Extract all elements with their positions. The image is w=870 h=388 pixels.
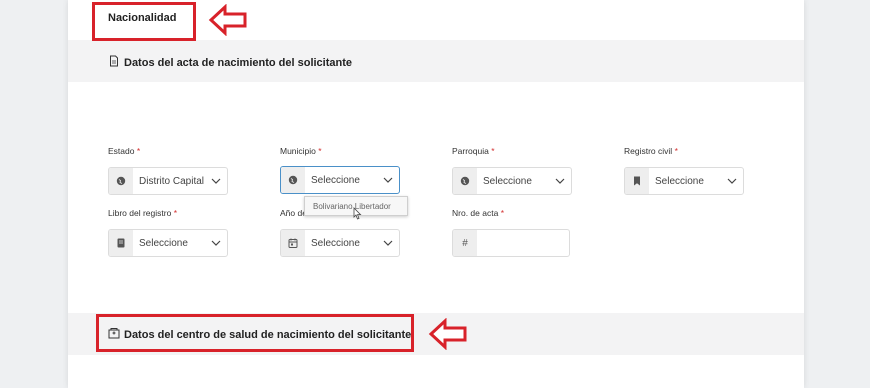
hash-icon: #	[453, 230, 477, 256]
chevron-down-icon	[721, 168, 743, 194]
chevron-down-icon	[377, 230, 399, 256]
globe-icon	[453, 168, 477, 194]
estado-select[interactable]: Distrito Capital	[108, 167, 228, 195]
section-header-acta: Datos del acta de nacimiento del solicit…	[68, 40, 804, 82]
document-icon	[108, 55, 120, 70]
nro-acta-input[interactable]: #	[452, 229, 570, 257]
highlight-box-centro-salud	[96, 314, 414, 352]
estado-label: Estado *	[108, 146, 141, 156]
chevron-down-icon	[549, 168, 571, 194]
highlight-box-nacionalidad	[92, 2, 196, 41]
parroquia-label: Parroquia *	[452, 146, 495, 156]
book-icon	[109, 230, 133, 256]
anio-select[interactable]: Seleccione	[280, 229, 400, 257]
arrow-left-icon	[208, 4, 247, 36]
mouse-cursor-icon	[352, 207, 362, 226]
chevron-down-icon	[377, 167, 399, 193]
libro-label: Libro del registro *	[108, 208, 177, 218]
registro-civil-select[interactable]: Seleccione	[624, 167, 744, 195]
nro-acta-label: Nro. de acta *	[452, 208, 504, 218]
registro-civil-label: Registro civil *	[624, 146, 678, 156]
libro-select[interactable]: Seleccione	[108, 229, 228, 257]
anio-label: Año de	[280, 208, 307, 218]
chevron-down-icon	[205, 168, 227, 194]
globe-icon	[109, 168, 133, 194]
arrow-left-icon	[428, 318, 467, 350]
parroquia-select[interactable]: Seleccione	[452, 167, 572, 195]
globe-icon	[281, 167, 305, 193]
section-title-acta: Datos del acta de nacimiento del solicit…	[108, 55, 352, 70]
chevron-down-icon	[205, 230, 227, 256]
calendar-icon	[281, 230, 305, 256]
municipio-label: Municipio *	[280, 146, 322, 156]
bookmark-icon	[625, 168, 649, 194]
municipio-select[interactable]: Seleccione	[280, 166, 400, 194]
